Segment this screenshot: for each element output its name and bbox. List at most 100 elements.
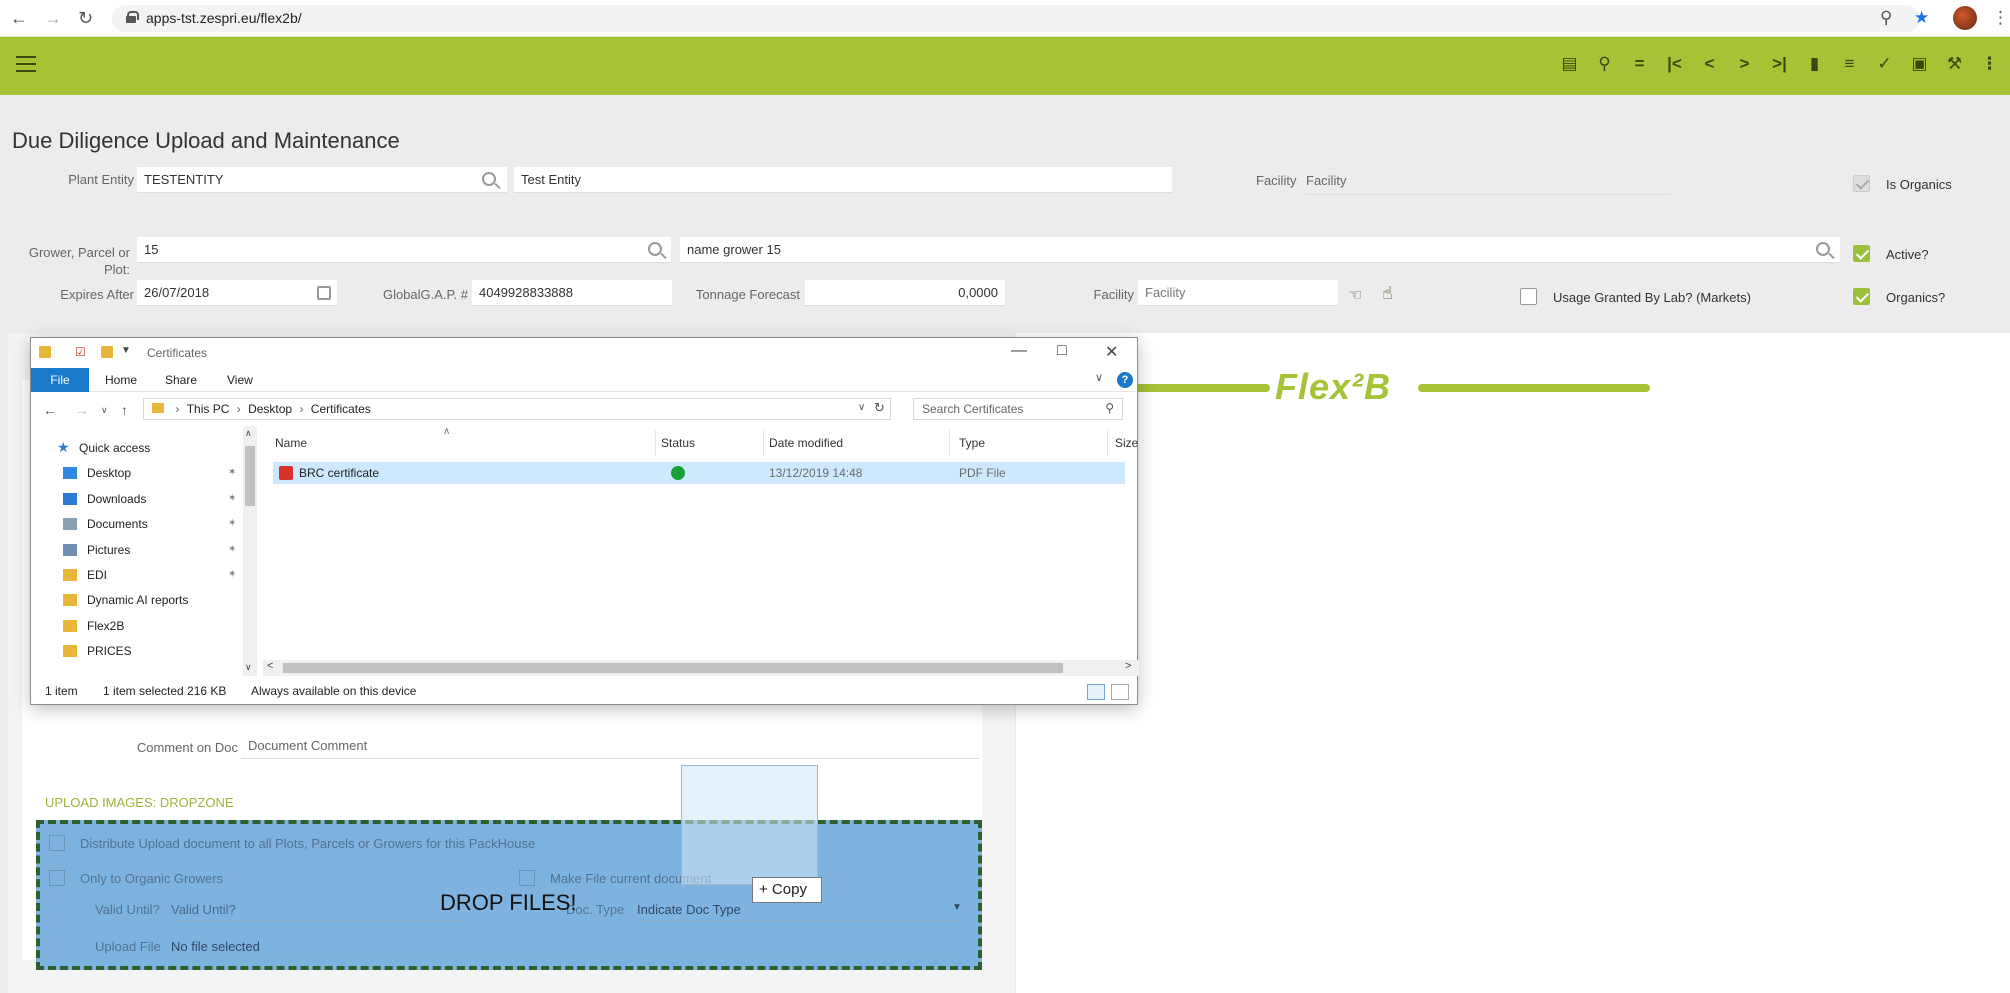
back-icon[interactable]: ← — [43, 402, 57, 418]
usage-granted-checkbox[interactable] — [1520, 288, 1537, 305]
recent-locations-icon[interactable]: ∨ — [101, 405, 108, 416]
forward-icon[interactable]: → — [44, 8, 62, 29]
column-separator[interactable] — [763, 430, 764, 456]
scroll-left-icon[interactable]: < — [267, 660, 273, 672]
nav-item[interactable]: Documents ✶ — [31, 514, 241, 536]
nav-item[interactable]: Downloads ✶ — [31, 489, 241, 511]
help-icon[interactable]: ? — [1117, 372, 1133, 388]
search-icon[interactable] — [482, 172, 496, 186]
hand-pointer-icon[interactable]: ☜ — [1348, 285, 1362, 305]
nav-item[interactable]: Dynamic AI reports — [31, 590, 241, 612]
pin-icon[interactable]: ✶ — [228, 518, 236, 529]
plant-entity-code-input[interactable]: TESTENTITY — [137, 167, 507, 193]
close-icon[interactable]: ✕ — [1105, 342, 1118, 362]
scroll-right-icon[interactable]: > — [1125, 660, 1131, 672]
ribbon-expand-icon[interactable]: ∨ — [1095, 371, 1103, 384]
tonnage-input[interactable]: 0,0000 — [805, 280, 1005, 306]
nav-item[interactable]: EDI ✶ — [31, 565, 241, 587]
browser-menu-icon[interactable]: ⋮ — [1992, 8, 2009, 28]
profile-avatar[interactable] — [1953, 6, 1977, 30]
list-icon[interactable]: ≡ — [1832, 54, 1867, 74]
previous-record-icon[interactable]: < — [1692, 54, 1727, 74]
column-header-date-modified[interactable]: Date modified — [769, 436, 843, 450]
new-folder-icon[interactable] — [101, 346, 113, 358]
address-bar[interactable]: apps-tst.zespri.eu/flex2b/ — [112, 5, 1920, 32]
delete-trash-icon[interactable]: ▣ — [1902, 54, 1937, 74]
column-header-name[interactable]: Name — [275, 436, 307, 450]
file-row[interactable]: BRC certificate 13/12/2019 14:48 PDF Fil… — [273, 462, 1125, 484]
explorer-search-input[interactable]: Search Certificates ⚲ — [913, 398, 1123, 420]
refresh-icon[interactable]: ↻ — [874, 400, 885, 416]
column-separator[interactable] — [949, 430, 950, 456]
search-icon[interactable]: ⚲ — [1587, 54, 1622, 74]
distribute-checkbox[interactable] — [49, 835, 65, 851]
large-icons-view-icon[interactable] — [1111, 684, 1129, 700]
plant-entity-name-input[interactable]: Test Entity — [514, 167, 1172, 193]
ribbon-tab-home[interactable]: Home — [105, 373, 137, 387]
pin-icon[interactable]: ✶ — [228, 544, 236, 555]
ribbon-tab-view[interactable]: View — [227, 373, 253, 387]
make-current-checkbox[interactable] — [519, 870, 535, 886]
ribbon-tab-file[interactable]: File — [31, 368, 89, 392]
facility-input[interactable]: Facility — [1138, 280, 1338, 306]
hamburger-menu-icon[interactable] — [16, 56, 36, 72]
wrench-icon[interactable]: ⚒ — [1937, 54, 1972, 74]
forward-icon[interactable]: → — [75, 402, 89, 418]
ribbon-tab-share[interactable]: Share — [165, 373, 197, 387]
upload-file-input[interactable]: No file selected — [171, 936, 967, 958]
column-separator[interactable] — [1107, 430, 1108, 456]
explorer-address-bar[interactable]: › This PC › Desktop › Certificates ∨ ↻ — [143, 398, 891, 420]
horizontal-scrollbar[interactable]: < > — [263, 660, 1139, 676]
nav-item[interactable]: PRICES — [31, 641, 241, 663]
nav-item[interactable]: ★ Quick access — [31, 438, 241, 460]
url-text[interactable]: apps-tst.zespri.eu/flex2b/ — [146, 10, 302, 26]
new-document-icon[interactable]: ▮ — [1797, 54, 1832, 74]
nav-item[interactable]: Desktop ✶ — [31, 463, 241, 485]
grower-code-input[interactable]: 15 — [137, 237, 671, 263]
globalgap-input[interactable]: 4049928833888 — [472, 280, 672, 306]
pin-icon[interactable]: ✶ — [228, 467, 236, 478]
is-organics-checkbox[interactable] — [1853, 175, 1870, 192]
hand-click-icon[interactable]: ☝ — [1382, 283, 1393, 304]
search-icon[interactable]: ⚲ — [1105, 401, 1114, 415]
calendar-icon[interactable]: ▤ — [1552, 54, 1587, 74]
customize-toolbar-icon[interactable]: ▼ — [121, 345, 131, 356]
details-view-icon[interactable] — [1087, 684, 1105, 700]
properties-icon[interactable]: ☑ — [75, 345, 86, 359]
column-header-size[interactable]: Size — [1115, 436, 1138, 450]
equals-icon[interactable]: = — [1622, 54, 1657, 74]
search-icon[interactable] — [648, 242, 662, 256]
zoom-icon[interactable]: ⚲ — [1880, 8, 1892, 28]
up-folder-icon[interactable]: ↑ — [121, 402, 128, 418]
organic-only-checkbox[interactable] — [49, 870, 65, 886]
organics-checkbox[interactable] — [1853, 288, 1870, 305]
nav-item[interactable]: Flex2B — [31, 616, 241, 638]
expires-date-input[interactable]: 26/07/2018 — [137, 280, 337, 306]
minimize-icon[interactable]: — — [1011, 342, 1027, 360]
maximize-icon[interactable]: □ — [1057, 342, 1067, 360]
scroll-down-icon[interactable]: ∨ — [245, 662, 252, 673]
last-record-icon[interactable]: >| — [1762, 54, 1797, 74]
first-record-icon[interactable]: |< — [1657, 54, 1692, 74]
nav-scrollbar[interactable]: ∧ ∨ — [243, 426, 257, 676]
calendar-icon[interactable] — [317, 286, 331, 300]
more-menu-icon[interactable]: ⋮ — [1972, 54, 2007, 74]
active-checkbox[interactable] — [1853, 245, 1870, 262]
next-record-icon[interactable]: > — [1727, 54, 1762, 74]
explorer-titlebar[interactable]: ☑ ▼ Certificates — □ ✕ — [31, 338, 1137, 368]
chevron-down-icon[interactable]: ∨ — [858, 402, 865, 413]
nav-item[interactable]: Pictures ✶ — [31, 540, 241, 562]
breadcrumb-certificates[interactable]: Certificates — [311, 402, 371, 416]
comment-input[interactable]: Document Comment — [241, 733, 979, 759]
file-name[interactable]: BRC certificate — [299, 466, 379, 480]
pin-icon[interactable]: ✶ — [228, 493, 236, 504]
scroll-up-icon[interactable]: ∧ — [245, 428, 252, 439]
confirm-check-icon[interactable]: ✓ — [1867, 54, 1902, 74]
horizontal-scroll-thumb[interactable] — [283, 663, 1063, 673]
column-separator[interactable] — [655, 430, 656, 456]
chevron-down-icon[interactable]: ▼ — [952, 902, 962, 913]
grower-name-input[interactable]: name grower 15 — [680, 237, 1840, 263]
breadcrumb-desktop[interactable]: Desktop — [248, 402, 292, 416]
valid-until-input[interactable]: Valid Until? — [171, 899, 471, 921]
reload-icon[interactable]: ↻ — [78, 8, 93, 29]
